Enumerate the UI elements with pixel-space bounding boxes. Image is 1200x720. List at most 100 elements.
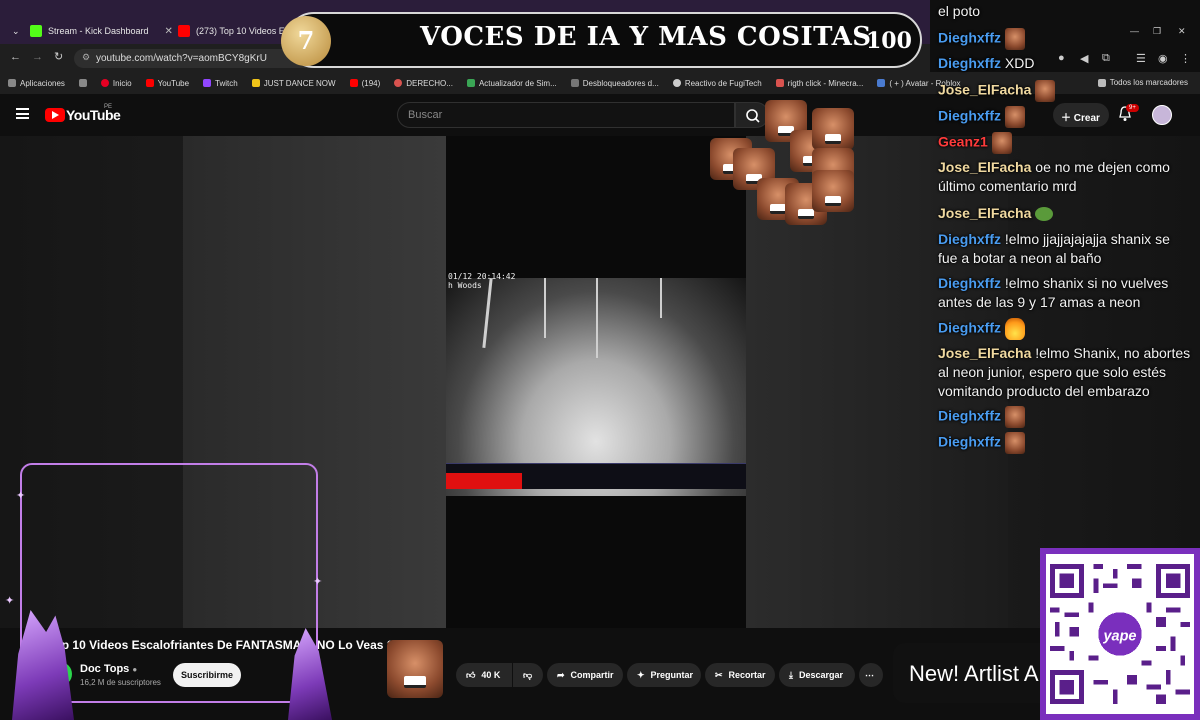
download-button[interactable]: ⤓ Descargar bbox=[779, 663, 855, 687]
sparkle-icon: ✦ bbox=[16, 490, 26, 502]
youtube-logo-icon[interactable] bbox=[45, 108, 65, 122]
bookmark-label: DERECHO... bbox=[406, 78, 453, 88]
chat-message: Dieghxffz !elmo jjajjajajajja shanix se … bbox=[938, 230, 1193, 268]
face-emote bbox=[1005, 432, 1025, 454]
back-icon[interactable]: ← bbox=[10, 51, 21, 63]
bookmark-item[interactable] bbox=[78, 79, 87, 87]
chat-username[interactable]: Dieghxffz bbox=[938, 408, 1001, 424]
youtube-icon bbox=[349, 79, 358, 87]
sims-icon bbox=[466, 79, 475, 87]
chat-message: Dieghxffz bbox=[938, 106, 1193, 128]
sparkle-icon: ✦ bbox=[637, 669, 645, 680]
chat-username[interactable]: Dieghxffz bbox=[938, 320, 1001, 336]
bookmark-label: Aplicaciones bbox=[20, 78, 65, 88]
yape-qr-code: yape bbox=[1040, 548, 1200, 720]
share-button[interactable]: ➦ Compartir bbox=[547, 663, 623, 687]
bookmark-item[interactable]: DERECHO... bbox=[394, 79, 453, 88]
chat-username[interactable]: Dieghxffz bbox=[938, 434, 1001, 450]
ask-label: Preguntar bbox=[650, 670, 694, 680]
reload-icon[interactable]: ↻ bbox=[54, 50, 63, 63]
chat-username[interactable]: Dieghxffz bbox=[938, 231, 1001, 247]
pepe-emote bbox=[1035, 207, 1054, 222]
search-placeholder: Buscar bbox=[408, 109, 443, 121]
yape-brand-text: yape bbox=[1103, 628, 1137, 644]
video-frame[interactable]: 01/12 20:14:42 h Woods bbox=[446, 136, 746, 628]
sparkle-icon: ✦ bbox=[5, 595, 15, 607]
youtube-icon bbox=[178, 25, 190, 37]
ad-banner[interactable]: New! Artlist A bbox=[893, 643, 1043, 703]
chat-username[interactable]: Dieghxffz bbox=[938, 275, 1001, 291]
chat-username[interactable]: Jose_ElFacha bbox=[938, 159, 1031, 175]
bookmark-item[interactable]: YouTube bbox=[145, 78, 190, 88]
bookmark-item[interactable]: JUST DANCE NOW bbox=[251, 79, 336, 88]
download-icon: ⤓ bbox=[789, 669, 793, 680]
bookmark-label: (194) bbox=[361, 78, 381, 88]
chevron-down-icon: ⌄ bbox=[12, 25, 20, 36]
ask-button[interactable]: ✦ Preguntar bbox=[627, 663, 701, 687]
chat-username[interactable]: Jose_ElFacha bbox=[938, 345, 1031, 361]
like-button[interactable]: 👍︎ 40 K bbox=[456, 663, 512, 687]
thumbs-up-icon: 👍︎ bbox=[466, 669, 476, 680]
search-input[interactable]: Buscar bbox=[397, 102, 735, 128]
bookmark-label: Inicio bbox=[112, 78, 132, 88]
banner-coin: 7 bbox=[281, 16, 331, 66]
laughing-emote bbox=[812, 108, 854, 150]
chat-message: Dieghxffz XDD bbox=[938, 54, 1193, 73]
chat-username[interactable]: Jose_ElFacha bbox=[938, 82, 1031, 98]
chat-message: Geanz1 bbox=[938, 132, 1193, 154]
chat-text: el poto bbox=[938, 3, 981, 19]
banner-title: VOCES DE IA Y MAS COSITAS bbox=[420, 22, 872, 52]
fire-emote bbox=[1005, 318, 1025, 340]
bookmark-item[interactable]: Inicio bbox=[100, 78, 132, 88]
clip-button[interactable]: ✂ Recortar bbox=[705, 663, 775, 687]
tab-kick-dashboard[interactable]: Stream - Kick Dashboard ✕ bbox=[30, 20, 173, 42]
bookmark-item[interactable]: Reactivo de FugiTech bbox=[672, 78, 762, 88]
bookmark-item[interactable]: (194) bbox=[349, 78, 381, 88]
youtube-logo-text[interactable]: YouTube bbox=[66, 107, 121, 123]
chat-message: Jose_ElFacha oe no me dejen como último … bbox=[938, 158, 1193, 196]
tab-list-button[interactable]: ⌄ bbox=[12, 20, 20, 42]
bookmark-item[interactable]: rigth click - Minecra... bbox=[775, 79, 863, 88]
chat-username[interactable]: Geanz1 bbox=[938, 134, 988, 150]
ad-text: New! Artlist A bbox=[909, 661, 1039, 686]
laughing-emote bbox=[812, 170, 854, 212]
tree-trunk bbox=[544, 278, 546, 338]
bookmark-item[interactable]: Aplicaciones bbox=[8, 79, 65, 88]
chat-message: Jose_ElFacha bbox=[938, 80, 1193, 102]
bookmark-label: Desbloqueadores d... bbox=[582, 78, 659, 88]
globe-icon bbox=[672, 79, 681, 87]
download-label: Descargar bbox=[798, 670, 844, 680]
tree-trunk bbox=[482, 278, 493, 348]
dislike-button[interactable]: 👎︎ bbox=[513, 663, 543, 687]
youtube-icon bbox=[145, 79, 154, 87]
laughing-emote bbox=[387, 640, 443, 698]
chat-message: Dieghxffz bbox=[938, 28, 1193, 50]
apps-grid-icon bbox=[8, 79, 16, 87]
forward-icon[interactable]: → bbox=[32, 51, 43, 63]
bookmark-item[interactable]: Actualizador de Sim... bbox=[466, 78, 557, 88]
hamburger-menu-icon[interactable] bbox=[16, 108, 29, 119]
bookmark-item[interactable]: Twitch bbox=[203, 79, 238, 88]
bookmark-label: Actualizador de Sim... bbox=[478, 78, 557, 88]
site-info-icon[interactable]: ⚙ bbox=[82, 52, 90, 63]
kick-icon bbox=[30, 25, 42, 37]
roblox-icon bbox=[877, 79, 886, 87]
bookmark-item[interactable]: Desbloqueadores d... bbox=[570, 78, 659, 88]
just-dance-icon bbox=[251, 79, 260, 87]
bookmark-label: Reactivo de FugiTech bbox=[684, 78, 762, 88]
curseforge-icon bbox=[775, 79, 784, 87]
chat-username[interactable]: Jose_ElFacha bbox=[938, 205, 1031, 221]
chat-message: Dieghxffz !elmo shanix si no vuelves ant… bbox=[938, 274, 1193, 312]
like-count: 40 K bbox=[481, 670, 501, 680]
bookmark-label: YouTube bbox=[157, 78, 190, 88]
more-actions-button[interactable]: ⋯ bbox=[859, 663, 883, 687]
close-icon[interactable]: ✕ bbox=[165, 26, 173, 37]
chat-message: el poto bbox=[938, 2, 1193, 21]
camera-timestamp: 01/12 20:14:42 bbox=[448, 272, 516, 281]
face-emote bbox=[991, 132, 1012, 154]
tree-trunk bbox=[660, 278, 662, 318]
search-button[interactable] bbox=[735, 102, 769, 128]
chat-username[interactable]: Dieghxffz bbox=[938, 55, 1001, 71]
chat-username[interactable]: Dieghxffz bbox=[938, 108, 1001, 124]
chat-username[interactable]: Dieghxffz bbox=[938, 30, 1001, 46]
